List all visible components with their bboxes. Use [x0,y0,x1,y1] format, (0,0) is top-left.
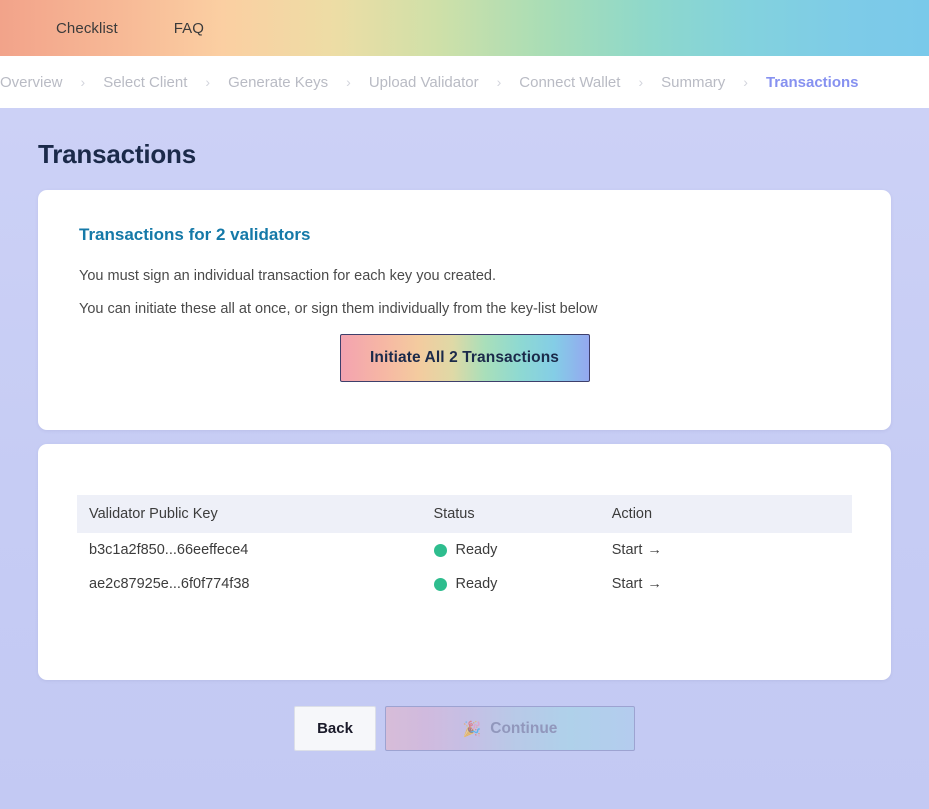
initiate-all-transactions-button[interactable]: Initiate All 2 Transactions [339,334,590,382]
cell-status: Ready [433,533,612,567]
nav-link-faq[interactable]: FAQ [174,20,204,37]
column-header-action: Action [611,495,852,533]
validator-key-list-card: Validator Public Key Status Action b3c1a… [38,444,891,680]
validator-key-table: Validator Public Key Status Action b3c1a… [77,495,852,601]
breadcrumb-item-select-client[interactable]: Select Client [103,74,187,91]
breadcrumb-item-overview[interactable]: Overview [0,74,63,91]
initiate-button-container: Initiate All 2 Transactions [79,334,850,382]
cell-validator-public-key: b3c1a2f850...66eeffece4 [89,542,249,558]
cell-action: Start → [612,533,852,567]
breadcrumb-separator-icon: › [743,74,748,90]
page-body: Transactions Transactions for 2 validato… [0,108,929,809]
cell-action: Start → [612,567,852,601]
start-label: Start [611,576,643,592]
cell-validator-public-key: ae2c87925e...6f0f774f38 [89,576,250,592]
column-header-status: Status [433,495,612,533]
page-title: Transactions [38,139,196,169]
status-dot-icon [433,543,447,557]
breadcrumb-item-upload-validator[interactable]: Upload Validator [369,74,479,91]
status-label: Ready [455,542,498,558]
continue-label: Continue [490,719,558,737]
breadcrumb-item-transactions[interactable]: Transactions [766,74,859,91]
start-label: Start [611,542,643,558]
start-transaction-link[interactable]: Start → [612,542,662,558]
breadcrumb-separator-icon: › [638,74,644,90]
breadcrumb-item-generate-keys[interactable]: Generate Keys [228,74,328,91]
status-dot-icon [433,577,447,591]
table-header-row: Validator Public Key Status Action [77,495,852,533]
column-header-validator-public-key: Validator Public Key [77,495,434,533]
nav-link-checklist[interactable]: Checklist [56,20,118,37]
breadcrumb-separator-icon: › [346,74,351,90]
top-navigation-bar: Checklist FAQ [0,0,929,56]
breadcrumb-item-summary[interactable]: Summary [661,74,725,91]
breadcrumb-item-connect-wallet[interactable]: Connect Wallet [519,74,620,91]
transactions-info-card: Transactions for 2 validators You must s… [38,190,891,430]
table-header: Validator Public Key Status Action [77,495,852,533]
party-popper-icon: 🎉 [462,720,482,738]
table-row: b3c1a2f850...66eeffece4 Ready Start → [77,533,852,567]
table-body: b3c1a2f850...66eeffece4 Ready Start → ae2… [77,533,852,601]
arrow-right-icon: → [647,542,662,558]
breadcrumb-separator-icon: › [496,74,502,90]
card-description-line-1: You must sign an individual transaction … [79,268,496,284]
start-transaction-link[interactable]: Start → [612,576,662,592]
cell-status: Ready [433,567,612,601]
card-description-line-2: You can initiate these all at once, or s… [79,301,598,317]
back-button[interactable]: Back [294,706,376,751]
breadcrumb: Overview › Select Client › Generate Keys… [0,56,929,108]
card-heading: Transactions for 2 validators [79,225,311,244]
continue-button[interactable]: 🎉 Continue [385,706,635,751]
breadcrumb-separator-icon: › [205,74,211,90]
footer-actions: Back 🎉 Continue [38,706,891,751]
status-label: Ready [455,576,498,592]
table-row: ae2c87925e...6f0f774f38 Ready Start → [77,567,852,601]
breadcrumb-separator-icon: › [80,74,86,90]
arrow-right-icon: → [647,576,662,592]
